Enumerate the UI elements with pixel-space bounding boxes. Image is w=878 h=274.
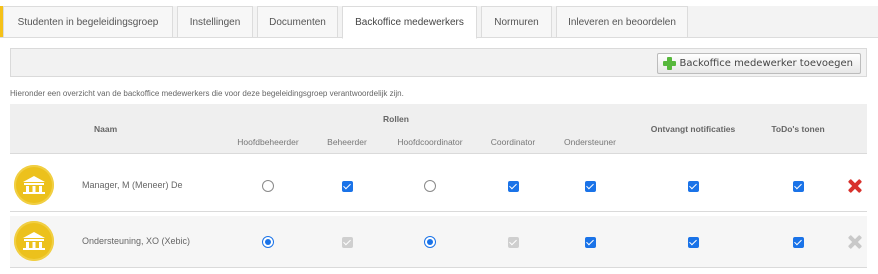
intro-text: Hieronder een overzicht van de backoffic… xyxy=(10,89,404,98)
person-name: Ondersteuning, XO (Xebic) xyxy=(82,236,191,246)
header-todos-tonen: ToDo's tonen xyxy=(771,124,825,134)
hoofdcoordinator-radio[interactable] xyxy=(424,180,436,192)
header-ontvangt-notificaties: Ontvangt notificaties xyxy=(650,124,736,134)
delete-icon[interactable] xyxy=(848,179,862,193)
tab-backoffice-medewerkers[interactable]: Backoffice medewerkers xyxy=(342,6,477,39)
building-icon xyxy=(23,232,45,250)
tab-bar: Studenten in begeleidingsgroep Instellin… xyxy=(0,0,878,39)
notificaties-checkbox[interactable] xyxy=(687,180,699,192)
coordinator-checkbox[interactable] xyxy=(507,180,519,192)
header-hoofdcoordinator: Hoofdcoordinator xyxy=(397,137,463,147)
header-hoofdbeheerder: Hoofdbeheerder xyxy=(237,137,299,147)
beheerder-checkbox xyxy=(341,236,353,248)
avatar xyxy=(14,221,54,261)
table-header: Naam Rollen Hoofdbeheerder Beheerder Hoo… xyxy=(10,104,867,154)
hoofdcoordinator-radio[interactable] xyxy=(424,236,436,248)
todos-checkbox[interactable] xyxy=(792,180,804,192)
notificaties-checkbox[interactable] xyxy=(687,236,699,248)
toolbar: Backoffice medewerker toevoegen xyxy=(10,48,867,77)
hoofdbeheerder-radio[interactable] xyxy=(262,180,274,192)
beheerder-checkbox[interactable] xyxy=(341,180,353,192)
add-backoffice-medewerker-button[interactable]: Backoffice medewerker toevoegen xyxy=(656,53,861,74)
hoofdbeheerder-radio[interactable] xyxy=(262,236,274,248)
coordinator-checkbox xyxy=(507,236,519,248)
building-icon xyxy=(23,176,45,194)
tab-normuren[interactable]: Normuren xyxy=(481,6,552,38)
tab-studenten[interactable]: Studenten in begeleidingsgroep xyxy=(3,6,173,38)
person-name: Manager, M (Meneer) De xyxy=(82,180,183,190)
header-naam: Naam xyxy=(94,124,118,134)
add-button-label: Backoffice medewerker toevoegen xyxy=(679,58,853,69)
table-row: Ondersteuning, XO (Xebic) xyxy=(10,216,867,268)
header-ondersteuner: Ondersteuner xyxy=(564,137,616,147)
header-rollen: Rollen xyxy=(383,114,409,124)
header-beheerder: Beheerder xyxy=(327,137,367,147)
todos-checkbox[interactable] xyxy=(792,236,804,248)
tab-inleveren-beoordelen[interactable]: Inleveren en beoordelen xyxy=(556,6,688,38)
ondersteuner-checkbox[interactable] xyxy=(584,236,596,248)
ondersteuner-checkbox[interactable] xyxy=(584,180,596,192)
table-row: Manager, M (Meneer) De xyxy=(10,160,867,212)
delete-icon xyxy=(848,235,862,249)
avatar xyxy=(14,165,54,205)
tab-documenten[interactable]: Documenten xyxy=(257,6,338,38)
tab-instellingen[interactable]: Instellingen xyxy=(177,6,253,38)
header-coordinator: Coordinator xyxy=(490,137,536,147)
green-plus-icon xyxy=(662,57,676,70)
